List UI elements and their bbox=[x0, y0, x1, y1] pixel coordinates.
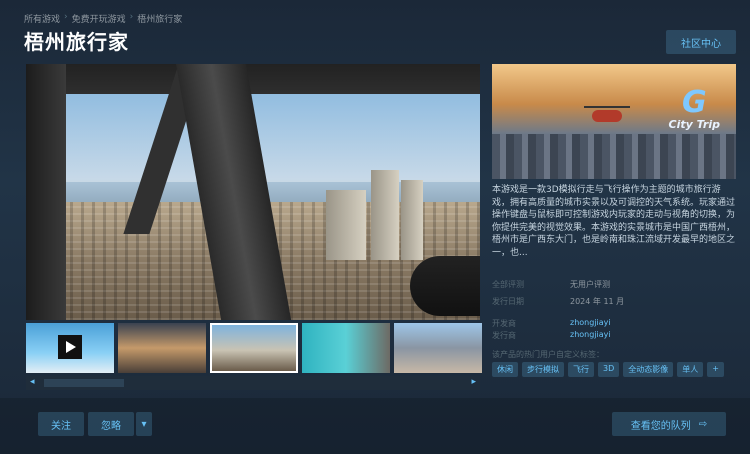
community-hub-button[interactable]: 社区中心 bbox=[666, 30, 736, 54]
publisher-link[interactable]: zhongjiayi bbox=[570, 330, 611, 341]
capsule-buildings bbox=[492, 134, 736, 179]
thumbnail-screenshot[interactable] bbox=[302, 323, 390, 373]
view-queue-button[interactable]: 查看您的队列 ⇨ bbox=[612, 412, 726, 436]
capsule-rotor bbox=[584, 106, 630, 108]
tag-list: 休闲 步行模拟 飞行 3D 全动态影像 单人 + bbox=[492, 362, 724, 377]
thumbnail-screenshot[interactable] bbox=[118, 323, 206, 373]
follow-button[interactable]: 关注 bbox=[38, 412, 84, 436]
tag-walking-sim[interactable]: 步行模拟 bbox=[522, 362, 564, 377]
meta-value: 无用户评测 bbox=[570, 280, 610, 289]
cockpit-frame-top bbox=[26, 64, 480, 94]
helicopter-part bbox=[410, 256, 480, 316]
meta-key: 发行商 bbox=[492, 331, 516, 340]
developer-link[interactable]: zhongjiayi bbox=[570, 318, 611, 329]
arrow-right-icon: ⇨ bbox=[698, 418, 708, 430]
meta-row-release-date: 发行日期 2024 年 11 月 bbox=[492, 296, 624, 307]
tag-fmv[interactable]: 全动态影像 bbox=[623, 362, 674, 377]
meta-key: 发行日期 bbox=[492, 297, 524, 306]
tags-label: 该产品的热门用户自定义标签： bbox=[492, 350, 604, 359]
game-description: 本游戏是一款3D模拟行走与飞行操作为主题的城市旅行游戏，拥有高质量的城市实景以及… bbox=[492, 185, 736, 258]
page-title: 梧州旅行家 bbox=[24, 30, 129, 54]
breadcrumb: 所有游戏 › 免费开玩游戏 › 梧州旅行家 bbox=[24, 12, 182, 25]
scroll-right-icon[interactable]: ▸ bbox=[471, 377, 476, 387]
building bbox=[371, 170, 399, 260]
helicopter-icon bbox=[592, 110, 622, 122]
thumbnail-scrollbar[interactable]: ◂ ▸ bbox=[26, 376, 480, 390]
thumbnail-screenshot-selected[interactable] bbox=[210, 323, 298, 373]
building bbox=[401, 180, 423, 260]
meta-row-reviews: 全部评测 无用户评测 bbox=[492, 279, 610, 290]
tag-casual[interactable]: 休闲 bbox=[492, 362, 518, 377]
game-logo: G City Trip bbox=[668, 85, 720, 132]
cockpit-frame-left bbox=[26, 64, 66, 320]
tag-singleplayer[interactable]: 单人 bbox=[677, 362, 704, 377]
tag-flight[interactable]: 飞行 bbox=[568, 362, 594, 377]
meta-row-publisher: 发行商 zhongjiayi bbox=[492, 330, 611, 341]
main-screenshot[interactable] bbox=[26, 64, 480, 320]
logo-text: City Trip bbox=[668, 118, 720, 131]
meta-value: 2024 年 11 月 bbox=[570, 297, 625, 306]
tag-3d[interactable]: 3D bbox=[598, 362, 620, 377]
building bbox=[326, 190, 366, 260]
thumbnail-screenshot[interactable] bbox=[394, 323, 482, 373]
scroll-left-icon[interactable]: ◂ bbox=[30, 377, 35, 387]
chevron-down-icon[interactable]: ▾ bbox=[136, 412, 152, 436]
breadcrumb-current[interactable]: 梧州旅行家 bbox=[137, 12, 182, 25]
breadcrumb-separator: › bbox=[64, 12, 68, 22]
breadcrumb-free-games[interactable]: 免费开玩游戏 bbox=[72, 12, 126, 25]
scroll-thumb[interactable] bbox=[44, 379, 124, 387]
action-bar: 关注 忽略 ▾ 查看您的队列 ⇨ bbox=[0, 398, 750, 454]
meta-key: 开发商 bbox=[492, 319, 516, 328]
meta-row-developer: 开发商 zhongjiayi bbox=[492, 318, 611, 329]
logo-mark-icon: G bbox=[681, 85, 707, 120]
thumbnail-video[interactable] bbox=[26, 323, 114, 373]
tag-more-button[interactable]: + bbox=[707, 362, 724, 377]
ignore-button[interactable]: 忽略 bbox=[88, 412, 134, 436]
header-capsule-image: G City Trip bbox=[492, 64, 736, 179]
play-icon bbox=[58, 335, 82, 359]
thumbnail-strip bbox=[26, 323, 482, 373]
meta-key: 全部评测 bbox=[492, 280, 524, 289]
queue-label: 查看您的队列 bbox=[630, 420, 691, 432]
breadcrumb-all-games[interactable]: 所有游戏 bbox=[24, 12, 60, 25]
breadcrumb-separator: › bbox=[129, 12, 134, 22]
